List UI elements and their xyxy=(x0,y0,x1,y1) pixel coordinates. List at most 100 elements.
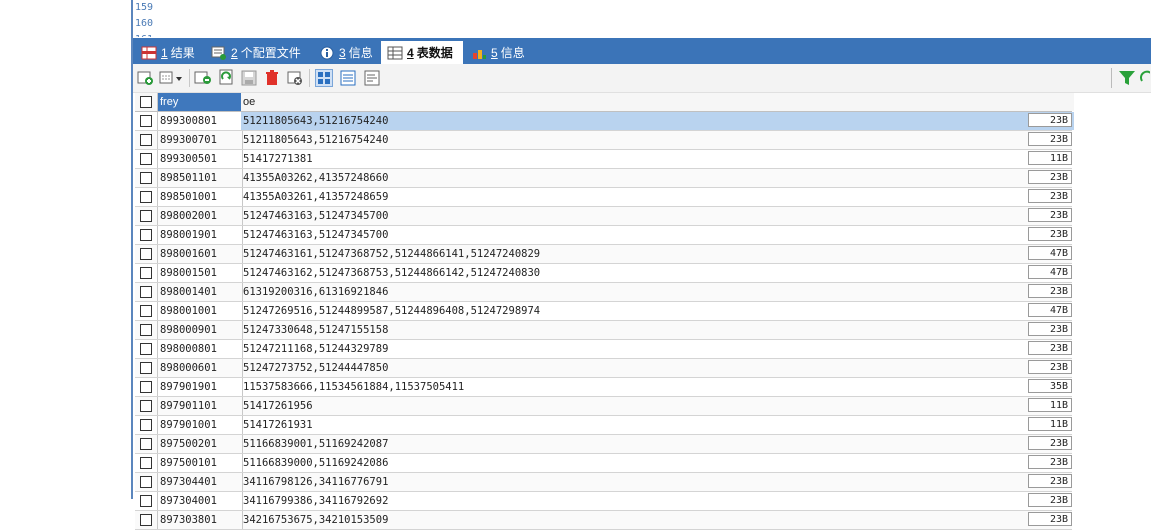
form-view-icon[interactable] xyxy=(339,69,357,87)
table-row[interactable]: 897901001 51417261931 11B xyxy=(135,416,1072,435)
blob-size-badge[interactable]: 23B xyxy=(1028,208,1072,222)
row-checkbox[interactable] xyxy=(140,419,152,431)
blob-size-badge[interactable]: 11B xyxy=(1028,417,1072,431)
row-checkbox[interactable] xyxy=(140,514,152,526)
row-select-cell[interactable] xyxy=(135,226,158,244)
row-select-cell[interactable] xyxy=(135,492,158,510)
blob-size-badge[interactable]: 23B xyxy=(1028,113,1072,127)
blob-size-badge[interactable]: 23B xyxy=(1028,341,1072,355)
table-row[interactable]: 897500101 51166839000,51169242086 23B xyxy=(135,454,1072,473)
cell-frey[interactable]: 899300501 xyxy=(158,150,243,168)
row-checkbox[interactable] xyxy=(140,134,152,146)
blob-size-badge[interactable]: 23B xyxy=(1028,170,1072,184)
row-select-cell[interactable] xyxy=(135,340,158,358)
cell-frey[interactable]: 898001501 xyxy=(158,264,243,282)
row-select-cell[interactable] xyxy=(135,283,158,301)
filter-icon[interactable] xyxy=(1118,69,1136,87)
cell-oe[interactable]: 51247211168,51244329789 23B xyxy=(241,340,1074,358)
cell-oe[interactable]: 34216753675,34210153509 23B xyxy=(241,511,1074,529)
cell-frey[interactable]: 898000601 xyxy=(158,359,243,377)
cell-frey[interactable]: 899300701 xyxy=(158,131,243,149)
row-checkbox[interactable] xyxy=(140,191,152,203)
cell-frey[interactable]: 897901001 xyxy=(158,416,243,434)
cell-oe[interactable]: 51247463163,51247345700 23B xyxy=(241,226,1074,244)
cell-frey[interactable]: 897901101 xyxy=(158,397,243,415)
row-checkbox[interactable] xyxy=(140,324,152,336)
blob-size-badge[interactable]: 23B xyxy=(1028,322,1072,336)
tab-results[interactable]: 1 结果 xyxy=(135,41,203,64)
row-select-cell[interactable] xyxy=(135,188,158,206)
blob-size-badge[interactable]: 23B xyxy=(1028,512,1072,526)
cell-oe[interactable]: 51247463161,51247368752,51244866141,5124… xyxy=(241,245,1074,263)
cell-oe[interactable]: 51211805643,51216754240 23B xyxy=(241,112,1074,130)
row-select-cell[interactable] xyxy=(135,454,158,472)
cell-oe[interactable]: 51211805643,51216754240 23B xyxy=(241,131,1074,149)
blob-size-badge[interactable]: 23B xyxy=(1028,493,1072,507)
row-checkbox[interactable] xyxy=(140,248,152,260)
row-checkbox[interactable] xyxy=(140,362,152,374)
cell-oe[interactable]: 51417261956 11B xyxy=(241,397,1074,415)
row-checkbox[interactable] xyxy=(140,438,152,450)
table-row[interactable]: 899300701 51211805643,51216754240 23B xyxy=(135,131,1072,150)
cell-frey[interactable]: 897901901 xyxy=(158,378,243,396)
table-row[interactable]: 898000801 51247211168,51244329789 23B xyxy=(135,340,1072,359)
cell-oe[interactable]: 51166839001,51169242087 23B xyxy=(241,435,1074,453)
row-select-cell[interactable] xyxy=(135,378,158,396)
row-select-cell[interactable] xyxy=(135,302,158,320)
row-select-cell[interactable] xyxy=(135,112,158,130)
row-select-cell[interactable] xyxy=(135,245,158,263)
tab-info-2[interactable]: 5 信息 xyxy=(465,41,533,64)
table-row[interactable]: 897500201 51166839001,51169242087 23B xyxy=(135,435,1072,454)
tab-profiles[interactable]: 2 个配置文件 xyxy=(205,41,311,64)
select-all-checkbox[interactable] xyxy=(140,96,152,108)
refresh-filter-icon[interactable] xyxy=(1138,69,1150,87)
row-select-cell[interactable] xyxy=(135,397,158,415)
table-row[interactable]: 898000601 51247273752,51244447850 23B xyxy=(135,359,1072,378)
cell-oe[interactable]: 51247463162,51247368753,51244866142,5124… xyxy=(241,264,1074,282)
table-row[interactable]: 897901901 11537583666,11534561884,1153750… xyxy=(135,378,1072,397)
blob-size-badge[interactable]: 35B xyxy=(1028,379,1072,393)
insert-dropdown-icon[interactable] xyxy=(159,69,185,87)
cell-frey[interactable]: 898001901 xyxy=(158,226,243,244)
cell-frey[interactable]: 897500101 xyxy=(158,454,243,472)
table-row[interactable]: 898501001 41355A03261,41357248659 23B xyxy=(135,188,1072,207)
row-checkbox[interactable] xyxy=(140,476,152,488)
row-select-cell[interactable] xyxy=(135,435,158,453)
cell-oe[interactable]: 34116799386,34116792692 23B xyxy=(241,492,1074,510)
row-select-cell[interactable] xyxy=(135,359,158,377)
row-select-cell[interactable] xyxy=(135,321,158,339)
table-row[interactable]: 898001601 51247463161,51247368752,5124486… xyxy=(135,245,1072,264)
cell-frey[interactable]: 897304001 xyxy=(158,492,243,510)
cell-oe[interactable]: 34116798126,34116776791 23B xyxy=(241,473,1074,491)
cell-frey[interactable]: 898000901 xyxy=(158,321,243,339)
row-select-cell[interactable] xyxy=(135,131,158,149)
blob-size-badge[interactable]: 47B xyxy=(1028,246,1072,260)
cell-frey[interactable]: 897304401 xyxy=(158,473,243,491)
row-checkbox[interactable] xyxy=(140,495,152,507)
grid-view-icon[interactable] xyxy=(315,69,333,87)
row-checkbox[interactable] xyxy=(140,210,152,222)
blob-size-badge[interactable]: 23B xyxy=(1028,189,1072,203)
row-select-cell[interactable] xyxy=(135,169,158,187)
row-select-cell[interactable] xyxy=(135,416,158,434)
table-row[interactable]: 898001401 61319200316,61316921846 23B xyxy=(135,283,1072,302)
row-checkbox[interactable] xyxy=(140,286,152,298)
sql-editor[interactable]: 159 160 161 xyxy=(133,0,1151,37)
cell-oe[interactable]: 51417271381 11B xyxy=(241,150,1074,168)
cell-oe[interactable]: 51247463163,51247345700 23B xyxy=(241,207,1074,225)
row-checkbox[interactable] xyxy=(140,381,152,393)
select-all-cell[interactable] xyxy=(135,93,158,111)
row-checkbox[interactable] xyxy=(140,267,152,279)
cell-oe[interactable]: 51417261931 11B xyxy=(241,416,1074,434)
cell-oe[interactable]: 51247273752,51244447850 23B xyxy=(241,359,1074,377)
text-view-icon[interactable] xyxy=(363,69,381,87)
blob-size-badge[interactable]: 23B xyxy=(1028,132,1072,146)
cell-frey[interactable]: 898001601 xyxy=(158,245,243,263)
table-row[interactable]: 899300501 51417271381 11B xyxy=(135,150,1072,169)
cell-frey[interactable]: 897500201 xyxy=(158,435,243,453)
column-header-frey[interactable]: frey xyxy=(158,93,243,111)
duplicate-row-icon[interactable] xyxy=(194,69,212,87)
blob-size-badge[interactable]: 23B xyxy=(1028,436,1072,450)
blob-size-badge[interactable]: 11B xyxy=(1028,398,1072,412)
table-row[interactable]: 897304001 34116799386,34116792692 23B xyxy=(135,492,1072,511)
